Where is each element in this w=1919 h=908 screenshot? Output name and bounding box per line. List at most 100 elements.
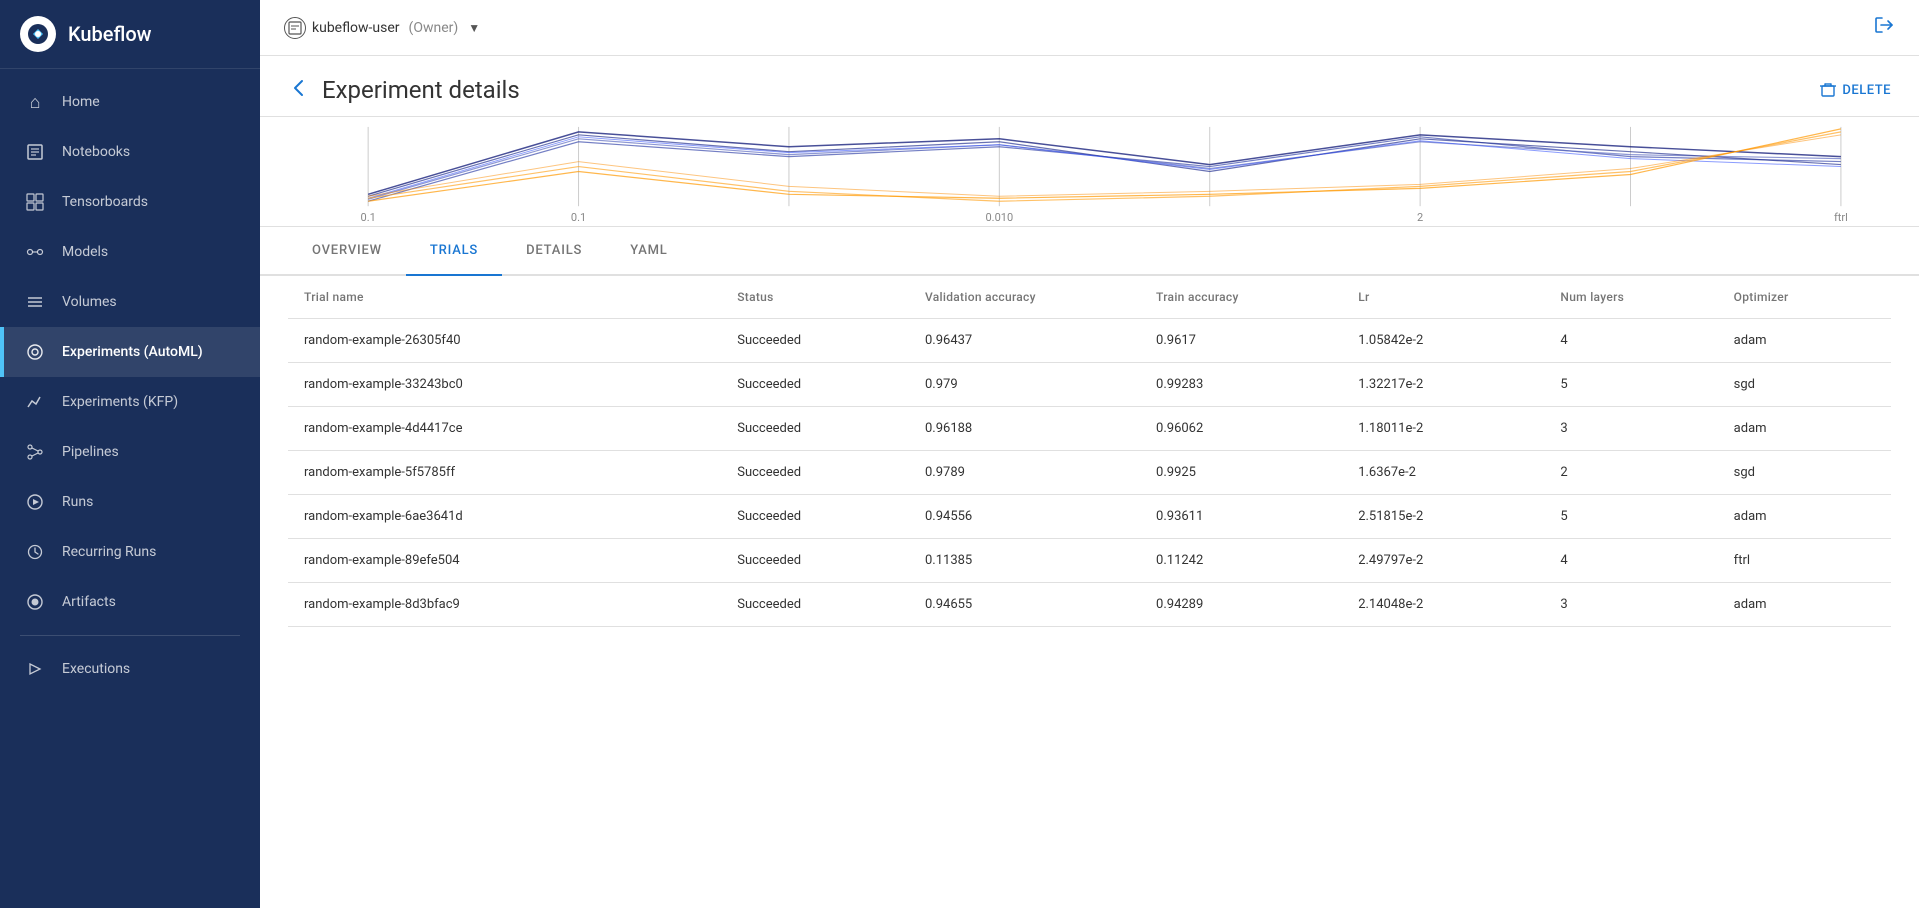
cell-lr: 1.18011e-2: [1342, 407, 1544, 451]
kubeflow-logo-icon: [20, 16, 56, 52]
table-row[interactable]: random-example-6ae3641d Succeeded 0.9455…: [288, 495, 1891, 539]
trials-table-container: Trial name Status Validation accuracy Tr…: [260, 276, 1919, 627]
cell-lr: 1.6367e-2: [1342, 451, 1544, 495]
table-row[interactable]: random-example-8d3bfac9 Succeeded 0.9465…: [288, 583, 1891, 627]
tab-details[interactable]: DETAILS: [502, 227, 606, 276]
topbar: kubeflow-user (Owner) ▼: [260, 0, 1919, 56]
cell-status: Succeeded: [721, 583, 909, 627]
table-row[interactable]: random-example-26305f40 Succeeded 0.9643…: [288, 319, 1891, 363]
cell-train-acc: 0.99283: [1140, 363, 1342, 407]
cell-optimizer: adam: [1718, 319, 1891, 363]
home-icon: ⌂: [24, 91, 46, 113]
page-content: Experiment details DELETE 0.1 0.: [260, 56, 1919, 908]
cell-val-acc: 0.979: [909, 363, 1140, 407]
cell-trial-name: random-example-26305f40: [288, 319, 721, 363]
cell-num-layers: 3: [1544, 583, 1717, 627]
tab-overview[interactable]: OVERVIEW: [288, 227, 406, 276]
cell-train-acc: 0.94289: [1140, 583, 1342, 627]
sidebar-item-pipelines[interactable]: Pipelines: [0, 427, 260, 477]
page-header: Experiment details DELETE: [260, 56, 1919, 117]
sidebar-logo-text: Kubeflow: [68, 22, 152, 46]
topbar-user-selector[interactable]: kubeflow-user (Owner) ▼: [284, 17, 480, 39]
topbar-role: (Owner): [409, 20, 459, 36]
sidebar-item-runs[interactable]: Runs: [0, 477, 260, 527]
notebooks-icon: [24, 141, 46, 163]
table-header: Trial name Status Validation accuracy Tr…: [288, 276, 1891, 319]
delete-label: DELETE: [1842, 83, 1891, 98]
user-icon: [284, 17, 306, 39]
trials-table: Trial name Status Validation accuracy Tr…: [288, 276, 1891, 627]
cell-status: Succeeded: [721, 319, 909, 363]
sidebar-item-experiments-automl-label: Experiments (AutoML): [62, 344, 203, 360]
main-content: kubeflow-user (Owner) ▼ Experiment detai…: [260, 0, 1919, 908]
experiments-kfp-icon: [24, 391, 46, 413]
sidebar-item-tensorboards[interactable]: Tensorboards: [0, 177, 260, 227]
sidebar-item-experiments-kfp-label: Experiments (KFP): [62, 394, 178, 410]
cell-val-acc: 0.11385: [909, 539, 1140, 583]
cell-val-acc: 0.96437: [909, 319, 1140, 363]
table-row[interactable]: random-example-4d4417ce Succeeded 0.9618…: [288, 407, 1891, 451]
delete-button[interactable]: DELETE: [1820, 82, 1891, 98]
cell-train-acc: 0.93611: [1140, 495, 1342, 539]
sidebar-item-experiments-automl[interactable]: Experiments (AutoML): [0, 327, 260, 377]
tensorboards-icon: [24, 191, 46, 213]
sidebar-item-home[interactable]: ⌂ Home: [0, 77, 260, 127]
cell-val-acc: 0.94556: [909, 495, 1140, 539]
executions-icon: [24, 658, 46, 680]
cell-train-acc: 0.9617: [1140, 319, 1342, 363]
cell-train-acc: 0.11242: [1140, 539, 1342, 583]
th-lr: Lr: [1342, 276, 1544, 319]
cell-num-layers: 2: [1544, 451, 1717, 495]
table-body: random-example-26305f40 Succeeded 0.9643…: [288, 319, 1891, 627]
th-num-layers: Num layers: [1544, 276, 1717, 319]
models-icon: [24, 241, 46, 263]
cell-status: Succeeded: [721, 451, 909, 495]
cell-trial-name: random-example-6ae3641d: [288, 495, 721, 539]
th-validation-accuracy: Validation accuracy: [909, 276, 1140, 319]
table-row[interactable]: random-example-33243bc0 Succeeded 0.979 …: [288, 363, 1891, 407]
sidebar-item-recurring-runs-label: Recurring Runs: [62, 544, 156, 560]
topbar-dropdown-icon: ▼: [468, 21, 480, 35]
runs-icon: [24, 491, 46, 513]
sidebar-item-models[interactable]: Models: [0, 227, 260, 277]
cell-lr: 1.32217e-2: [1342, 363, 1544, 407]
table-row[interactable]: random-example-5f5785ff Succeeded 0.9789…: [288, 451, 1891, 495]
svg-text:0.1: 0.1: [361, 211, 376, 224]
tab-yaml[interactable]: YAML: [606, 227, 691, 276]
th-status: Status: [721, 276, 909, 319]
cell-optimizer: adam: [1718, 495, 1891, 539]
cell-trial-name: random-example-8d3bfac9: [288, 583, 721, 627]
back-button[interactable]: [288, 77, 310, 104]
cell-optimizer: adam: [1718, 583, 1891, 627]
cell-optimizer: sgd: [1718, 363, 1891, 407]
cell-num-layers: 3: [1544, 407, 1717, 451]
sidebar-item-pipelines-label: Pipelines: [62, 444, 119, 460]
cell-trial-name: random-example-4d4417ce: [288, 407, 721, 451]
sidebar-item-artifacts[interactable]: Artifacts: [0, 577, 260, 627]
sidebar-item-experiments-kfp[interactable]: Experiments (KFP): [0, 377, 260, 427]
sidebar-item-executions[interactable]: Executions: [0, 644, 260, 694]
sidebar-item-volumes[interactable]: Volumes: [0, 277, 260, 327]
artifacts-icon: [24, 591, 46, 613]
recurring-runs-icon: [24, 541, 46, 563]
sidebar-item-recurring-runs[interactable]: Recurring Runs: [0, 527, 260, 577]
sidebar-item-artifacts-label: Artifacts: [62, 594, 116, 610]
table-row[interactable]: random-example-89efe504 Succeeded 0.1138…: [288, 539, 1891, 583]
cell-status: Succeeded: [721, 407, 909, 451]
cell-lr: 2.49797e-2: [1342, 539, 1544, 583]
th-trial-name: Trial name: [288, 276, 721, 319]
cell-val-acc: 0.96188: [909, 407, 1140, 451]
sidebar-item-notebooks[interactable]: Notebooks: [0, 127, 260, 177]
sidebar-nav: ⌂ Home Notebooks Tensorboards Models V: [0, 69, 260, 908]
sidebar-item-runs-label: Runs: [62, 494, 93, 510]
cell-val-acc: 0.9789: [909, 451, 1140, 495]
sidebar-logo: Kubeflow: [0, 0, 260, 69]
parallel-coordinates-chart: 0.1 0.1 0.010 2 ftrl: [288, 117, 1891, 226]
tab-trials[interactable]: TRIALS: [406, 227, 502, 276]
volumes-icon: [24, 291, 46, 313]
cell-lr: 2.51815e-2: [1342, 495, 1544, 539]
cell-train-acc: 0.96062: [1140, 407, 1342, 451]
cell-lr: 2.14048e-2: [1342, 583, 1544, 627]
logout-button[interactable]: [1873, 14, 1895, 42]
cell-lr: 1.05842e-2: [1342, 319, 1544, 363]
